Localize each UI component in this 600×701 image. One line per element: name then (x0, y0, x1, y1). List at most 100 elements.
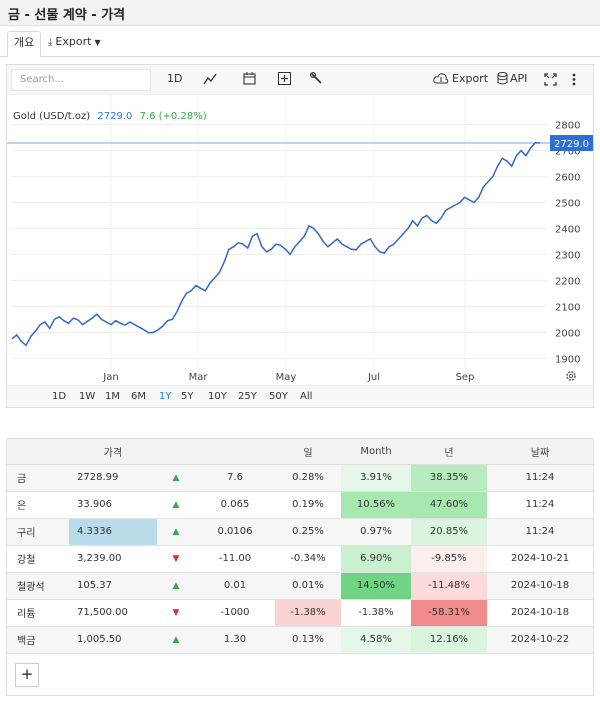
export-tab-label: Export (55, 35, 92, 48)
commodity-name: 은 (7, 491, 69, 519)
database-icon[interactable] (497, 72, 508, 85)
table-row[interactable]: 강철 3,239.00 ▼ -11.00 -0.34% 6.90% -9.85% 2024-1… (7, 545, 593, 573)
x-tick-label: May (276, 372, 297, 383)
y-tick-label: 2400 (555, 224, 580, 235)
interval-button[interactable]: 1D (167, 72, 182, 85)
y-tick-label: 2200 (555, 276, 580, 287)
price-cell: 4.3336 (69, 518, 157, 546)
commodity-name: 강철 (7, 545, 69, 573)
price-chart[interactable]: Jan Mar May Jul Sep 1900 2000 2100 2200 2300 2400… (7, 95, 593, 385)
year-change-cell: -58.31% (411, 599, 487, 627)
column-header[interactable]: 일 (275, 439, 341, 465)
commodity-table-panel: 가격 일 Month 년 날짜 금 2728.99 ▲ 7.6 0.28% 3.91% 38.35%… (6, 438, 594, 696)
range-6m[interactable]: 6M (131, 391, 146, 402)
y-tick-label: 2000 (555, 328, 580, 339)
y-tick-label: 1900 (555, 354, 580, 365)
change-cell: 0.0106 (195, 518, 275, 546)
date-cell: 2024-10-18 (487, 572, 593, 600)
tab-overview[interactable]: 개요 (7, 31, 42, 57)
x-tick-label: Mar (189, 372, 209, 383)
x-tick-label: Sep (456, 372, 475, 383)
column-header[interactable]: 가격 (69, 439, 157, 465)
y-tick-label: 2600 (555, 173, 580, 184)
page-title: 금 - 선물 계약 - 가격 (8, 8, 126, 23)
direction-icon: ▲ (157, 572, 195, 600)
price-cell: 71,500.00 (69, 599, 157, 627)
year-change-cell: 20.85% (411, 518, 487, 546)
direction-icon: ▲ (157, 626, 195, 654)
table-row[interactable]: 리튬 71,500.00 ▼ -1000 -1.38% -1.38% -58.31% 2024… (7, 599, 593, 627)
chart-type-icon[interactable] (203, 73, 217, 85)
date-cell: 2024-10-22 (487, 626, 593, 654)
column-header[interactable] (157, 439, 195, 465)
chart-toolbar: Search... 1D Export API (7, 65, 593, 95)
date-cell: 2024-10-18 (487, 599, 593, 627)
column-header[interactable]: Month (341, 439, 411, 465)
table-header: 가격 일 Month 년 날짜 (7, 439, 593, 465)
download-icon: ⤓ (48, 37, 53, 48)
range-1y[interactable]: 1Y (159, 391, 171, 402)
chevron-down-icon: ▼ (94, 38, 101, 47)
wrench-icon[interactable] (310, 72, 323, 85)
y-tick-label: 2300 (555, 250, 580, 261)
range-all[interactable]: All (300, 391, 312, 402)
y-tick-label: 2800 (555, 121, 580, 132)
day-change-cell: 0.13% (275, 626, 341, 654)
search-input[interactable]: Search... (11, 69, 151, 91)
date-cell: 11:24 (487, 491, 593, 519)
year-change-cell: -9.85% (411, 545, 487, 573)
line-chart: Jan Mar May Jul Sep 1900 2000 2100 2200 2300 2400… (7, 95, 593, 383)
column-header[interactable]: 년 (411, 439, 487, 465)
add-indicator-icon[interactable] (278, 72, 291, 85)
month-change-cell: 10.56% (341, 491, 411, 519)
date-cell: 11:24 (487, 464, 593, 492)
calendar-icon[interactable] (243, 72, 256, 85)
month-change-cell: -1.38% (341, 599, 411, 627)
day-change-cell: 0.19% (275, 491, 341, 519)
table-row[interactable]: 은 33.906 ▲ 0.065 0.19% 10.56% 47.60% 11:24 (7, 491, 593, 519)
column-header[interactable] (195, 439, 275, 465)
direction-icon: ▲ (157, 464, 195, 492)
add-row-button[interactable]: + (15, 663, 39, 687)
direction-icon: ▲ (157, 491, 195, 519)
range-25y[interactable]: 25Y (238, 391, 257, 402)
commodity-name: 리튬 (7, 599, 69, 627)
export-button[interactable]: Export (452, 72, 488, 85)
chart-series-name: Gold (USD/t.oz) (13, 111, 90, 122)
chart-series-change: 7.6 (+0.28%) (140, 111, 207, 122)
api-button[interactable]: API (510, 72, 527, 85)
cloud-export-icon[interactable] (433, 73, 449, 84)
range-5y[interactable]: 5Y (181, 391, 193, 402)
day-change-cell: 0.28% (275, 464, 341, 492)
column-header[interactable] (7, 439, 69, 465)
tab-export[interactable]: ⤓ Export ▼ (42, 31, 107, 57)
svg-text:Gold (USD/t.oz) 2729.0: Gold (USD/t.oz) 2729.0 7.6 (+0.28%) (13, 111, 207, 122)
day-change-cell: 0.01% (275, 572, 341, 600)
date-cell: 2024-10-21 (487, 545, 593, 573)
table-row[interactable]: 금 2728.99 ▲ 7.6 0.28% 3.91% 38.35% 11:24 (7, 464, 593, 492)
chart-panel: Search... 1D Export API Jan Mar May Jul … (6, 64, 594, 408)
arrow-up-icon: ▲ (172, 473, 180, 483)
year-change-cell: -11.48% (411, 572, 487, 600)
y-tick-label: 2100 (555, 302, 580, 313)
direction-icon: ▼ (157, 545, 195, 573)
range-1w[interactable]: 1W (79, 391, 95, 402)
x-tick-label: Jan (102, 372, 118, 383)
column-header[interactable]: 날짜 (487, 439, 593, 465)
table-row[interactable]: 구리 4.3336 ▲ 0.0106 0.25% 0.97% 20.85% 11:24 (7, 518, 593, 546)
range-10y[interactable]: 10Y (208, 391, 227, 402)
series-line (11, 142, 541, 347)
fullscreen-icon[interactable] (544, 73, 557, 86)
range-1m[interactable]: 1M (105, 391, 120, 402)
range-1d[interactable]: 1D (52, 391, 66, 402)
day-change-cell: 0.25% (275, 518, 341, 546)
arrow-down-icon: ▼ (172, 554, 180, 564)
table-row[interactable]: 철광석 105.37 ▲ 0.01 0.01% 14.50% -11.48% 2024-10-… (7, 572, 593, 600)
more-options-icon[interactable] (572, 73, 576, 86)
chart-settings-icon[interactable] (566, 371, 576, 381)
direction-icon: ▲ (157, 518, 195, 546)
table-row[interactable]: 백금 1,005.50 ▲ 1.30 0.13% 4.58% 12.16% 2024-10-2… (7, 626, 593, 654)
range-50y[interactable]: 50Y (269, 391, 288, 402)
day-change-cell: -0.34% (275, 545, 341, 573)
arrow-up-icon: ▲ (172, 527, 180, 537)
